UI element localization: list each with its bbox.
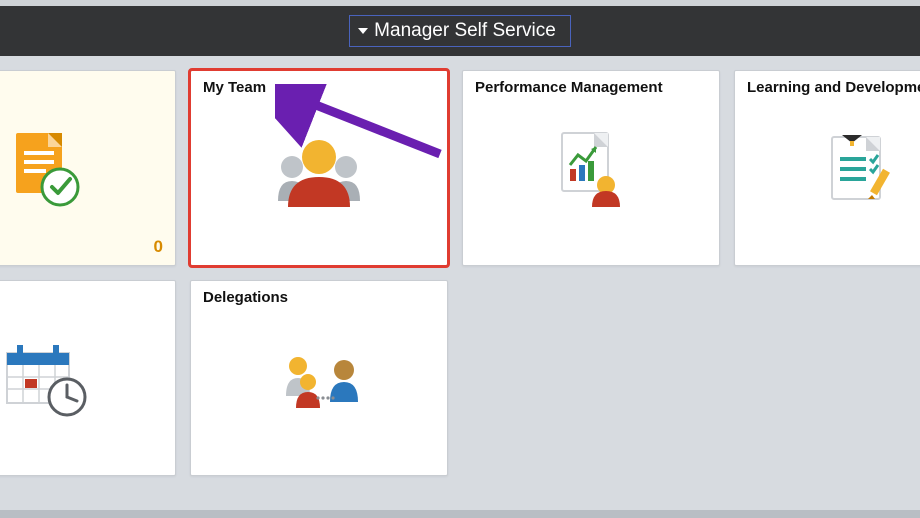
tile-learning-development[interactable]: Learning and Development	[734, 70, 920, 266]
workspace-selector[interactable]: Manager Self Service	[349, 15, 571, 47]
timesheet-calendar-clock-icon	[0, 325, 175, 435]
tile-badge-count: 0	[154, 237, 163, 257]
learning-checklist-icon	[735, 115, 920, 225]
tile-title: Delegations	[203, 289, 288, 306]
performance-report-icon	[463, 115, 719, 225]
header-bar: Manager Self Service	[0, 6, 920, 56]
tile-timesheet[interactable]: mesheet	[0, 280, 176, 476]
tile-title: Performance Management	[475, 79, 663, 96]
delegation-people-icon	[191, 325, 447, 435]
document-approved-icon	[0, 115, 175, 225]
tile-delegations[interactable]: Delegations	[190, 280, 448, 476]
tile-grid: 0 My Team Performance Management	[0, 56, 920, 476]
workspace-selector-label: Manager Self Service	[374, 20, 556, 42]
team-people-icon	[191, 115, 447, 225]
caret-down-icon	[358, 28, 368, 34]
tile-my-team[interactable]: My Team	[190, 70, 448, 266]
tile-title: My Team	[203, 79, 266, 96]
tile-title: Learning and Development	[747, 79, 920, 96]
window-bottom-strip	[0, 510, 920, 518]
tile-performance-management[interactable]: Performance Management	[462, 70, 720, 266]
tile-approvals[interactable]: 0	[0, 70, 176, 266]
